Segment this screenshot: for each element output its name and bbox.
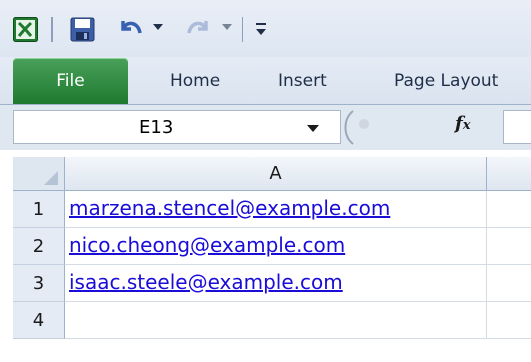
excel-icon (13, 17, 38, 42)
name-box-value: E13 (139, 117, 174, 138)
insert-function-icon[interactable]: fx (455, 113, 471, 134)
undo-dropdown-icon[interactable] (153, 24, 163, 30)
row-header[interactable]: 4 (13, 302, 65, 339)
cell-a2[interactable]: nico.cheong@example.com (65, 228, 487, 265)
row-header[interactable]: 3 (13, 265, 65, 302)
cell-b4[interactable] (487, 302, 531, 339)
cell-b2[interactable] (487, 228, 531, 265)
tab-file[interactable]: File (13, 58, 128, 104)
table-row: 2 nico.cheong@example.com (13, 228, 531, 265)
cell-b3[interactable] (487, 265, 531, 302)
table-row: 1 marzena.stencel@example.com (13, 191, 531, 228)
cell-a1[interactable]: marzena.stencel@example.com (65, 191, 487, 228)
redo-icon[interactable] (183, 17, 213, 42)
cell-a4[interactable] (65, 302, 487, 339)
row-header[interactable]: 2 (13, 228, 65, 265)
formula-bar-splitter-icon[interactable] (341, 105, 355, 150)
toolbar-separator (51, 17, 53, 42)
name-box[interactable]: E13 (13, 110, 341, 144)
chevron-down-icon[interactable] (307, 125, 319, 132)
worksheet-grid: A 1 marzena.stencel@example.com 2 nico.c… (0, 150, 531, 362)
undo-icon[interactable] (116, 17, 146, 42)
tab-home[interactable]: Home (170, 58, 220, 104)
cell-a3[interactable]: isaac.steele@example.com (65, 265, 487, 302)
tab-page-layout[interactable]: Page Layout (394, 58, 498, 104)
column-header-b[interactable] (487, 157, 531, 191)
select-all-button[interactable] (13, 157, 65, 191)
cell-b1[interactable] (487, 191, 531, 228)
ribbon-tabs: File Home Insert Page Layout (0, 57, 531, 105)
column-header-a[interactable]: A (65, 157, 487, 191)
redo-dropdown-icon[interactable] (222, 24, 232, 30)
row-header[interactable]: 1 (13, 191, 65, 228)
save-icon[interactable] (70, 17, 95, 42)
tab-insert[interactable]: Insert (278, 58, 327, 104)
formula-bar: E13 fx (0, 105, 531, 150)
table-row: 4 (13, 302, 531, 339)
table-row: 3 isaac.steele@example.com (13, 265, 531, 302)
toolbar-separator (242, 17, 243, 42)
customize-qat-icon[interactable] (254, 20, 268, 38)
cancel-icon[interactable] (357, 117, 371, 131)
quick-access-toolbar (0, 0, 531, 57)
formula-input[interactable] (503, 110, 531, 144)
